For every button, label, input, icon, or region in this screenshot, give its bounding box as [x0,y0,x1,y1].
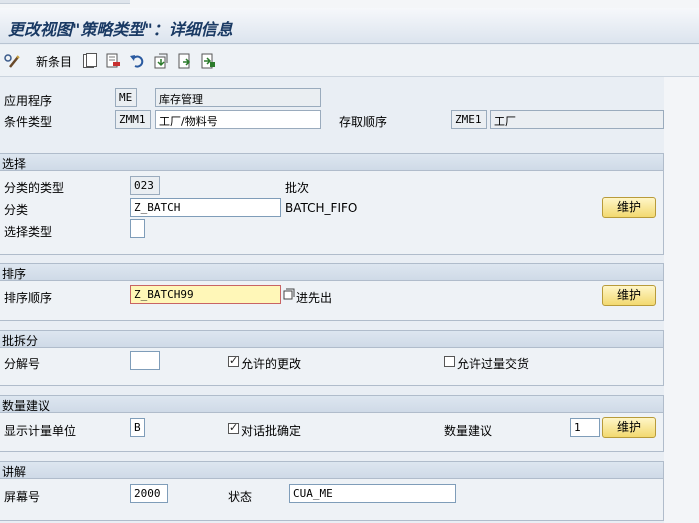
top-strip [0,0,699,8]
batch-split-group: 批拆分 [0,330,664,386]
right-gutter [664,77,699,523]
qty-proposal-input[interactable]: 1 [570,418,600,437]
next-entry-icon [201,53,215,69]
allow-over-delivery-checkbox[interactable] [444,356,455,367]
quantity-proposal-heading: 数量建议 [0,396,663,413]
class-type-field: 023 [130,176,160,195]
title-bar: 更改视图"策略类型"：详细信息 [0,8,699,44]
select-all-button[interactable] [153,52,169,70]
selection-type-label: 选择类型 [4,225,53,239]
next-entry-button[interactable] [200,52,216,70]
change-display-icon [4,54,20,68]
condition-type-label: 条件类型 [4,115,53,129]
application-name-field: 库存管理 [155,88,321,107]
change-display-button[interactable] [4,52,20,70]
status-label: 状态 [228,490,253,504]
new-entries-button[interactable]: 新条目 [30,52,72,70]
selection-type-input[interactable] [130,219,145,238]
screen-no-input[interactable]: 2000 [130,484,168,503]
sort-rule-description: 进先出 [296,291,333,305]
dialog-batch-checkbox[interactable] [228,421,239,434]
undo-button[interactable] [129,52,145,70]
page-title: 更改视图"策略类型"：详细信息 [8,20,233,39]
split-count-input[interactable] [130,351,160,370]
copy-icon [81,53,97,69]
batch-split-heading: 批拆分 [0,331,663,348]
allow-change-checkbox[interactable] [228,354,239,367]
previous-entry-icon [178,53,191,69]
sort-rule-input[interactable]: Z_BATCH99 [130,285,281,304]
search-help-icon[interactable] [283,288,295,300]
access-sequence-name-field: 工厂 [490,110,664,129]
access-sequence-label: 存取顺序 [339,115,388,129]
class-type-description: 批次 [285,181,310,195]
selection-maintain-button[interactable]: 维护 [602,197,656,218]
dialog-batch-label: 对话批确定 [241,424,302,438]
application-label: 应用程序 [4,94,53,108]
selection-heading: 选择 [0,154,663,171]
copy-button[interactable] [81,52,97,70]
undo-icon [130,55,144,68]
quantity-proposal-group: 数量建议 [0,395,664,452]
display-uom-input[interactable]: B [130,418,145,437]
qty-maintain-button[interactable]: 维护 [602,417,656,438]
application-code-field: ME [115,88,137,107]
class-type-label: 分类的类型 [4,181,65,195]
sort-maintain-button[interactable]: 维护 [602,285,656,306]
select-all-icon [154,53,168,69]
split-count-label: 分解号 [4,357,41,371]
window-tab [0,0,130,4]
screen-no-label: 屏幕号 [4,490,41,504]
access-sequence-code-field: ZME1 [451,110,487,129]
delete-button[interactable] [105,52,121,70]
condition-type-name-field: 工厂/物料号 [155,110,321,129]
previous-entry-button[interactable] [177,52,193,70]
class-label: 分类 [4,203,29,217]
condition-type-code-field: ZMM1 [115,110,151,129]
class-description: BATCH_FIFO [285,201,358,215]
allow-change-label: 允许的更改 [241,357,302,371]
delete-icon [106,53,120,68]
new-entries-label: 新条目 [36,54,73,69]
sort-rule-label: 排序顺序 [4,291,53,305]
display-uom-label: 显示计量单位 [4,424,77,438]
sort-heading: 排序 [0,264,663,281]
application-toolbar: 新条目 [0,45,699,77]
status-input[interactable]: CUA_ME [289,484,456,503]
allow-over-delivery-label: 允许过量交货 [457,357,530,371]
class-input[interactable]: Z_BATCH [130,198,281,217]
explanation-heading: 讲解 [0,462,663,479]
qty-proposal-label: 数量建议 [444,424,493,438]
